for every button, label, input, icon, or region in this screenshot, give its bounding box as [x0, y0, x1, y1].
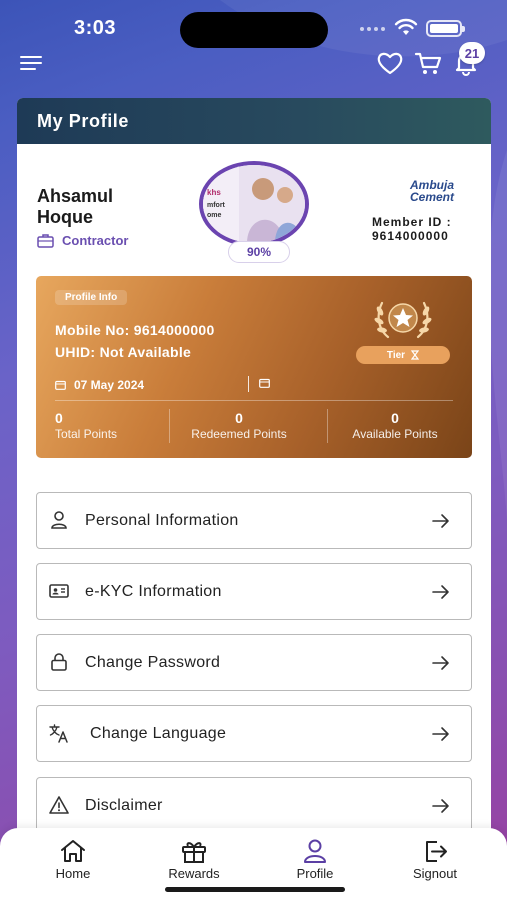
lock-icon [51, 653, 67, 671]
nav-signout-label: Signout [412, 866, 458, 881]
available-points-value: 0 [391, 410, 399, 426]
ambuja-cement-logo: Ambuja Cement [410, 178, 455, 204]
tier-label: Tier [386, 349, 406, 361]
arrow-right-icon [432, 585, 449, 599]
redeemed-points-stat: 0 Redeemed Points [180, 410, 298, 442]
calendar-icon [259, 378, 270, 388]
member-id-label: Member ID : [372, 215, 452, 229]
svg-text:ome: ome [207, 212, 222, 219]
personal-information-label: Personal Information [85, 511, 239, 529]
disclaimer-label: Disclaimer [85, 796, 163, 814]
nav-rewards-label: Rewards [168, 866, 220, 881]
briefcase-icon [37, 234, 54, 248]
profile-card-header: My Profile [17, 98, 491, 144]
home-icon [61, 840, 85, 862]
tier-pill: Tier [356, 346, 450, 364]
tier-laurel-star-icon [374, 301, 432, 339]
person-icon [51, 511, 67, 529]
redeemed-points-label: Redeemed Points [191, 427, 287, 441]
available-points-stat: 0 Available Points [336, 410, 454, 442]
arrow-right-icon [432, 514, 449, 528]
avatar[interactable]: khs mfort ome 90% [199, 161, 309, 263]
profile-icon [304, 839, 326, 863]
notification-count-badge: 21 [459, 42, 485, 64]
total-points-label: Total Points [55, 427, 118, 441]
points-divider [55, 400, 453, 401]
svg-text:mfort: mfort [207, 202, 226, 209]
ekyc-information-button[interactable]: e-KYC Information [36, 563, 472, 620]
change-password-button[interactable]: Change Password [36, 634, 472, 691]
change-language-button[interactable]: Change Language [36, 705, 472, 762]
wishlist-heart-icon[interactable] [376, 50, 404, 76]
profile-info-pill: Profile Info [55, 290, 128, 305]
translate-icon [49, 724, 68, 743]
user-name: Ahsamul Hoque [37, 186, 113, 228]
avatar-image: khs mfort ome [203, 165, 305, 243]
available-points-label: Available Points [352, 427, 438, 441]
home-indicator [165, 887, 345, 892]
nav-home[interactable]: Home [23, 828, 123, 888]
avatar-photo: khs mfort ome [199, 161, 309, 247]
points-summary-panel: Profile Info Mobile No: 9614000000 UHID:… [36, 276, 472, 458]
change-language-label: Change Language [90, 724, 227, 742]
redeemed-points-value: 0 [235, 410, 243, 426]
total-points-stat: 0 Total Points [55, 410, 117, 442]
total-points-value: 0 [55, 410, 63, 426]
gift-icon [182, 842, 206, 863]
date-divider [248, 376, 249, 392]
stat-divider [327, 409, 328, 443]
user-last-name: Hoque [37, 207, 93, 227]
joined-date: 07 May 2024 [55, 378, 144, 392]
warning-icon [49, 796, 69, 814]
profile-completion-badge: 90% [228, 241, 290, 263]
cellular-signal-icon [360, 27, 385, 31]
change-password-label: Change Password [85, 653, 221, 671]
nav-home-label: Home [55, 866, 91, 881]
nav-profile[interactable]: Profile [265, 828, 365, 888]
id-card-icon [49, 584, 69, 598]
status-time: 3:03 [74, 17, 117, 39]
svg-text:khs: khs [207, 188, 221, 197]
wifi-icon [394, 18, 418, 35]
calendar-icon [55, 380, 66, 390]
nav-signout[interactable]: Signout [385, 828, 485, 888]
cart-icon[interactable] [414, 50, 442, 76]
nav-rewards[interactable]: Rewards [144, 828, 244, 888]
battery-icon [426, 20, 465, 37]
member-id-value: 9614000000 [372, 229, 449, 243]
hourglass-icon [411, 350, 420, 360]
user-first-name: Ahsamul [37, 186, 114, 206]
role-label: Contractor [62, 233, 129, 248]
personal-information-button[interactable]: Personal Information [36, 492, 472, 549]
profile-card: My Profile Ahsamul Hoque Contractor khs … [17, 98, 491, 858]
arrow-right-icon [432, 727, 449, 741]
hamburger-menu-button[interactable] [20, 54, 44, 72]
member-id: Member ID : 9614000000 [372, 215, 452, 243]
mobile-number: Mobile No: 9614000000 [55, 322, 215, 338]
arrow-right-icon [432, 656, 449, 670]
dynamic-island [180, 12, 328, 48]
joined-date-value: 07 May 2024 [74, 378, 145, 392]
signout-icon [426, 841, 447, 862]
status-bar: 3:03 [0, 0, 507, 56]
user-role: Contractor [37, 233, 128, 248]
disclaimer-button[interactable]: Disclaimer [36, 777, 472, 834]
page-title: My Profile [37, 110, 130, 131]
stat-divider [169, 409, 170, 443]
arrow-right-icon [432, 799, 449, 813]
nav-profile-label: Profile [296, 866, 334, 881]
uhid: UHID: Not Available [55, 344, 192, 360]
ekyc-information-label: e-KYC Information [85, 582, 222, 600]
